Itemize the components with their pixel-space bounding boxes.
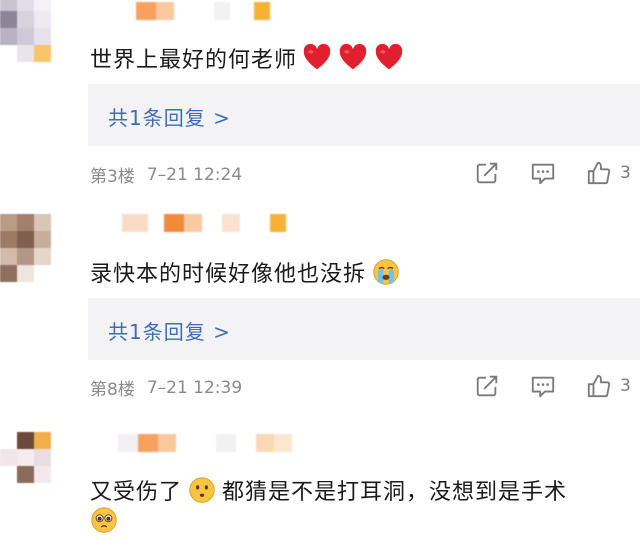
share-icon	[476, 162, 498, 184]
share-button[interactable]	[472, 158, 502, 188]
share-button[interactable]	[472, 371, 502, 401]
like-button[interactable]: 3	[586, 373, 631, 399]
view-replies-link[interactable]: 共1条回复 >	[108, 316, 231, 345]
comment-text-line-2	[90, 506, 118, 534]
reply-box[interactable]: 共1条回复 >	[88, 84, 640, 146]
thumbs-up-icon	[587, 374, 611, 398]
share-icon	[476, 375, 498, 397]
comment-icon	[531, 376, 555, 398]
comment-body: 录快本的时候好像他也没拆	[90, 262, 367, 287]
comment-body-part1: 又受伤了	[90, 480, 183, 505]
view-replies-link[interactable]: 共1条回复 >	[108, 102, 231, 131]
red-heart-icon	[339, 43, 367, 72]
comment-text: 世界上最好的何老师	[90, 42, 403, 74]
comment-actions: 3	[472, 158, 631, 188]
comment-meta: 第3楼 7–21 12:24	[90, 162, 243, 188]
username-blurred[interactable]	[90, 214, 286, 236]
comment-text-line-1: 又受伤了 都猜是不是打耳洞，没想到是手术	[90, 474, 567, 506]
thumbs-up-icon	[587, 161, 611, 185]
like-count: 3	[620, 376, 631, 396]
comment-body: 世界上最好的何老师	[90, 48, 298, 73]
username-blurred[interactable]	[90, 2, 270, 24]
comment-button[interactable]	[528, 371, 558, 401]
like-count: 3	[620, 163, 631, 183]
pleading-face-icon	[90, 506, 118, 534]
comment-text: 录快本的时候好像他也没拆	[90, 256, 400, 288]
username-blurred[interactable]	[90, 434, 292, 456]
comment-actions: 3	[472, 371, 631, 401]
timestamp: 7–21 12:24	[146, 164, 243, 185]
like-button[interactable]: 3	[586, 160, 631, 186]
comment-button[interactable]	[528, 158, 558, 188]
comment-body-part2: 都猜是不是打耳洞，没想到是手术	[222, 480, 568, 505]
comment-meta: 第8楼 7–21 12:39	[90, 375, 243, 401]
comment-icon	[531, 163, 555, 185]
red-heart-icon	[375, 43, 403, 72]
avatar[interactable]	[0, 214, 70, 294]
avatar[interactable]	[0, 0, 70, 74]
avatar[interactable]	[0, 432, 70, 512]
red-heart-icon	[303, 43, 331, 72]
reply-box[interactable]: 共1条回复 >	[88, 298, 640, 360]
crying-face-icon	[372, 258, 400, 286]
timestamp: 7–21 12:39	[146, 377, 243, 398]
floor-number: 第8楼	[90, 380, 135, 400]
hushed-face-icon	[188, 476, 216, 504]
floor-number: 第3楼	[90, 167, 135, 187]
